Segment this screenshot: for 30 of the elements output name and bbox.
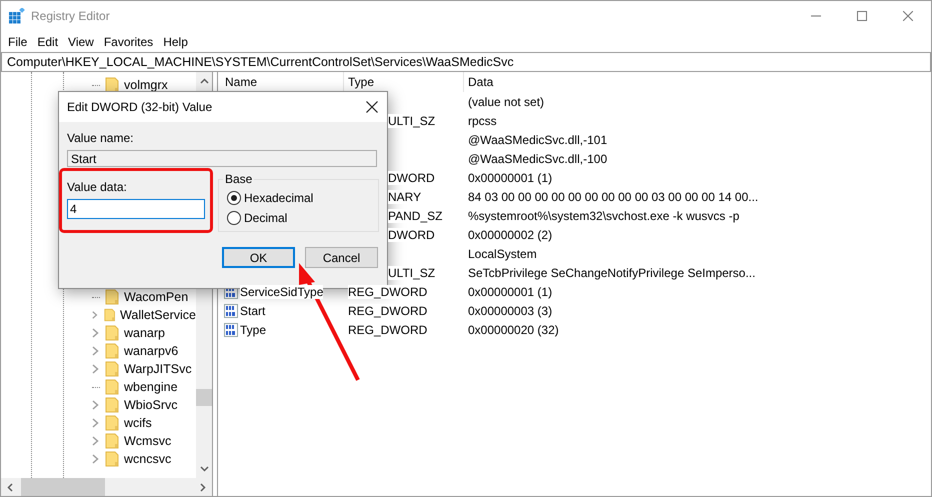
value-name: Start — [240, 304, 266, 318]
value-data: 84 03 00 00 00 00 00 00 00 00 00 03 00 00 00 14 00... — [468, 190, 758, 204]
value-type: REG_DWORD — [348, 322, 428, 336]
value-data: 0x00000001 (1) — [468, 170, 552, 184]
value-type: REG_DWORD — [348, 304, 428, 318]
field-label: Value name: — [67, 131, 134, 145]
dialog-title: Edit DWORD (32-bit) Value — [67, 100, 212, 114]
value-name: Type — [240, 322, 266, 336]
value-type: ULTI_SZ — [388, 266, 436, 280]
value-data: (value not set) — [468, 94, 544, 108]
value-data: SeTcbPrivilege SeChangeNotifyPrivilege SeImperso... — [468, 266, 756, 280]
value-type: REG_DWORD — [348, 284, 428, 298]
value-type: PAND_SZ — [388, 208, 442, 222]
value-data: rpcss — [468, 114, 497, 128]
value-type: NARY — [388, 190, 422, 204]
value-type: DWORD — [388, 228, 435, 242]
value-data: 0x00000020 (32) — [468, 322, 559, 336]
group-label: Base — [224, 172, 254, 186]
value-type: ULTI_SZ — [388, 114, 436, 128]
value-name: ServiceSidType — [240, 284, 324, 298]
value-data: LocalSystem — [468, 246, 537, 260]
window-title: Registry Editor — [31, 9, 110, 23]
value-data: 0x00000003 (3) — [468, 304, 552, 318]
value-data: @WaaSMedicSvc.dll,-100 — [468, 152, 608, 166]
value-data: 0x00000001 (1) — [468, 284, 552, 298]
field-label: Value data: — [67, 180, 127, 194]
value-data: @WaaSMedicSvc.dll,-101 — [468, 132, 608, 146]
value-type: DWORD — [388, 170, 435, 184]
value-data: %systemroot%\system32\svchost.exe -k wusvcs -p — [468, 208, 740, 222]
value-data: 0x00000002 (2) — [468, 228, 552, 242]
